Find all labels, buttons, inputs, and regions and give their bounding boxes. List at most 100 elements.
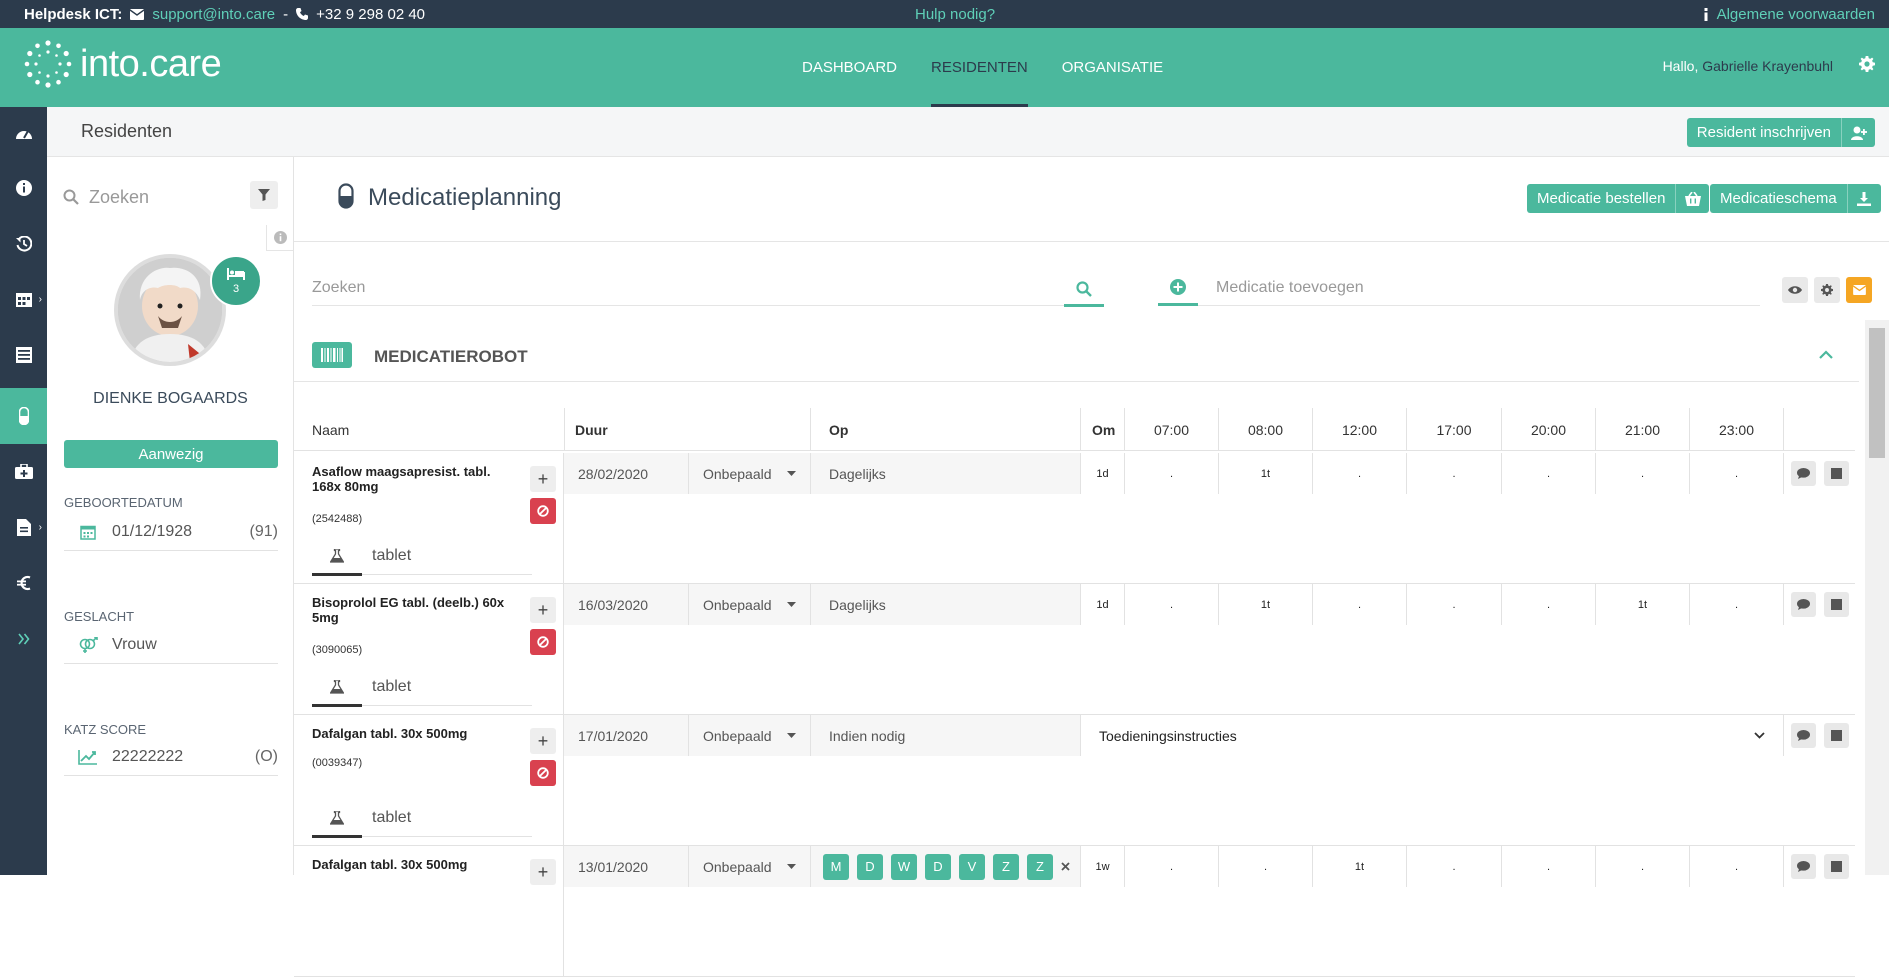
- add-dose-button[interactable]: +: [530, 859, 556, 885]
- frequency-select[interactable]: Indien nodig: [810, 715, 1080, 756]
- frequency-select[interactable]: Dagelijks: [810, 453, 1080, 494]
- duration-select[interactable]: Onbepaald: [688, 584, 810, 625]
- dosage-form[interactable]: tablet: [312, 668, 532, 707]
- terms-link[interactable]: Algemene voorwaarden: [1717, 6, 1875, 23]
- add-medication[interactable]: Medicatie toevoegen: [1158, 270, 1760, 306]
- dose-slot[interactable]: .: [1124, 846, 1218, 887]
- weekday-toggle[interactable]: M: [823, 853, 849, 880]
- dose-slot[interactable]: .: [1689, 584, 1783, 625]
- help-link[interactable]: Hulp nodig?: [915, 6, 995, 23]
- sidebar-item-documents[interactable]: ›: [0, 501, 47, 553]
- resident-info-button[interactable]: [266, 225, 293, 251]
- comment-button[interactable]: [1790, 592, 1816, 617]
- medication-schema-button[interactable]: Medicatieschema: [1710, 184, 1881, 213]
- sidebar-item-list[interactable]: [0, 329, 47, 381]
- nav-residenten[interactable]: RESIDENTEN: [931, 28, 1028, 107]
- dose-slot[interactable]: .: [1501, 453, 1595, 494]
- stop-medication-button[interactable]: [530, 760, 556, 786]
- weekday-toggle[interactable]: W: [891, 853, 917, 880]
- dose-slot[interactable]: .: [1501, 584, 1595, 625]
- dosage-form[interactable]: tablet: [312, 799, 532, 838]
- weekday-toggle[interactable]: D: [925, 853, 951, 880]
- dose-slot[interactable]: .: [1501, 846, 1595, 887]
- stop-medication-button[interactable]: [530, 629, 556, 655]
- dose-slot[interactable]: .: [1312, 453, 1406, 494]
- dose-slot[interactable]: 1t: [1218, 584, 1312, 625]
- sidebar-item-medication[interactable]: [0, 388, 47, 444]
- stop-button[interactable]: [1823, 723, 1849, 748]
- sidebar-item-dashboard[interactable]: [0, 107, 47, 159]
- table-settings-button[interactable]: [1814, 277, 1840, 303]
- add-medication-input[interactable]: Medicatie toevoegen: [1216, 279, 1364, 297]
- start-date[interactable]: 28/02/2020: [564, 453, 688, 494]
- message-button[interactable]: [1846, 277, 1872, 303]
- dose-slot[interactable]: .: [1218, 846, 1312, 887]
- resident-search-input[interactable]: Zoeken: [89, 187, 149, 208]
- start-date[interactable]: 13/01/2020: [564, 846, 688, 887]
- duration-select[interactable]: Onbepaald: [688, 715, 810, 756]
- close-icon[interactable]: [1061, 862, 1070, 871]
- logo[interactable]: into.care: [22, 38, 222, 90]
- add-dose-button[interactable]: +: [530, 466, 556, 492]
- start-date[interactable]: 16/03/2020: [564, 584, 688, 625]
- dose-slot[interactable]: 1t: [1595, 584, 1689, 625]
- interval[interactable]: 1d: [1080, 584, 1124, 625]
- dose-slot[interactable]: 1t: [1312, 846, 1406, 887]
- duration-select[interactable]: Onbepaald: [688, 846, 810, 887]
- weekday-toggle[interactable]: V: [959, 853, 985, 880]
- dose-slot[interactable]: .: [1689, 846, 1783, 887]
- comment-button[interactable]: [1790, 723, 1816, 748]
- add-medication-button[interactable]: [1158, 272, 1198, 306]
- support-email-link[interactable]: support@into.care: [152, 6, 275, 23]
- dose-slot[interactable]: .: [1595, 846, 1689, 887]
- add-dose-button[interactable]: +: [530, 728, 556, 754]
- interval[interactable]: 1d: [1080, 453, 1124, 494]
- bed-badge[interactable]: 3: [210, 255, 262, 307]
- order-medication-button[interactable]: Medicatie bestellen: [1527, 184, 1710, 213]
- filter-button[interactable]: [250, 181, 278, 209]
- weekday-toggle[interactable]: Z: [993, 853, 1019, 880]
- dose-slot[interactable]: .: [1406, 453, 1501, 494]
- sidebar-expand-toggle[interactable]: [0, 613, 47, 665]
- chevron-up-icon[interactable]: [1819, 350, 1833, 359]
- sidebar-item-history[interactable]: [0, 218, 47, 270]
- stop-button[interactable]: [1823, 461, 1849, 486]
- administration-instructions-select[interactable]: Toedieningsinstructies: [1080, 715, 1783, 756]
- dosage-form[interactable]: tablet: [312, 537, 532, 576]
- user-greeting[interactable]: Hallo, Gabrielle Krayenbuhl: [1663, 58, 1833, 74]
- dose-slot[interactable]: .: [1595, 453, 1689, 494]
- duration-select[interactable]: Onbepaald: [688, 453, 810, 494]
- sidebar-item-finance[interactable]: [0, 557, 47, 609]
- dose-slot[interactable]: .: [1689, 453, 1783, 494]
- scrollbar-thumb[interactable]: [1869, 328, 1885, 458]
- search-button[interactable]: [1064, 273, 1104, 307]
- dose-slot[interactable]: .: [1124, 453, 1218, 494]
- sidebar-item-medical-kit[interactable]: [0, 445, 47, 497]
- weekday-toggle[interactable]: Z: [1027, 853, 1053, 880]
- sidebar-item-info[interactable]: [0, 162, 47, 214]
- nav-dashboard[interactable]: DASHBOARD: [802, 28, 897, 107]
- dose-slot[interactable]: .: [1406, 846, 1501, 887]
- interval[interactable]: 1w: [1080, 846, 1124, 887]
- start-date[interactable]: 17/01/2020: [564, 715, 688, 756]
- stop-button[interactable]: [1823, 854, 1849, 879]
- add-dose-button[interactable]: +: [530, 597, 556, 623]
- medication-search-input[interactable]: Zoeken: [312, 279, 365, 297]
- settings-button[interactable]: [1859, 56, 1875, 77]
- nav-organisatie[interactable]: ORGANISATIE: [1062, 28, 1163, 107]
- comment-button[interactable]: [1790, 854, 1816, 879]
- vertical-scrollbar[interactable]: [1865, 320, 1889, 875]
- comment-button[interactable]: [1790, 461, 1816, 486]
- sidebar-item-calendar[interactable]: ›: [0, 273, 47, 325]
- enroll-resident-button[interactable]: Resident inschrijven: [1686, 118, 1875, 147]
- dose-slot[interactable]: .: [1124, 584, 1218, 625]
- weekday-toggle[interactable]: D: [857, 853, 883, 880]
- resident-search[interactable]: Zoeken: [63, 177, 278, 217]
- frequency-select[interactable]: Dagelijks: [810, 584, 1080, 625]
- stop-medication-button[interactable]: [530, 498, 556, 524]
- dose-slot[interactable]: .: [1312, 584, 1406, 625]
- dose-slot[interactable]: 1t: [1218, 453, 1312, 494]
- view-toggle-button[interactable]: [1782, 277, 1808, 303]
- stop-button[interactable]: [1823, 592, 1849, 617]
- dose-slot[interactable]: .: [1406, 584, 1501, 625]
